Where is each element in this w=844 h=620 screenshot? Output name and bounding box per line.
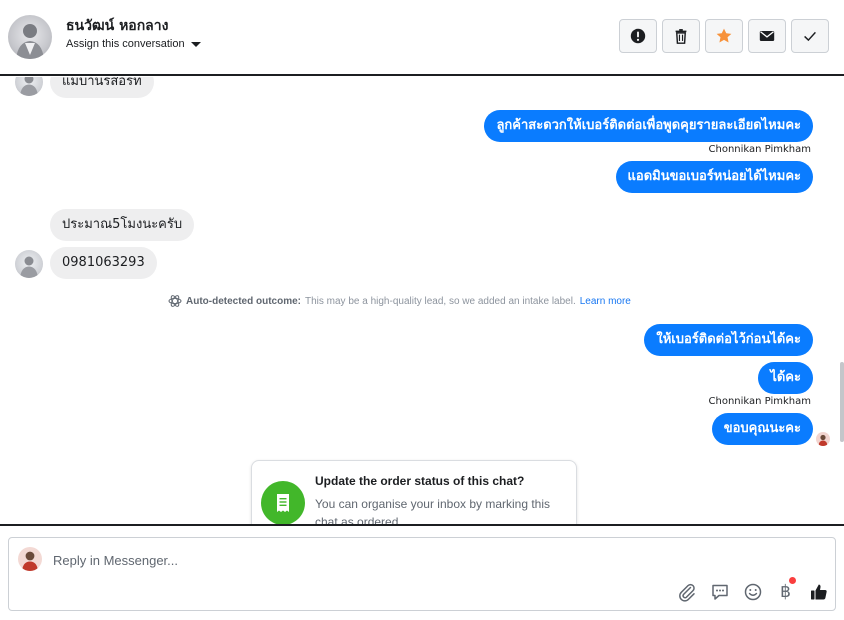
notification-dot: [789, 577, 796, 584]
paperclip-icon: [678, 583, 695, 602]
message-bubble-outgoing[interactable]: ขอบคุณนะคะ: [711, 413, 813, 445]
person-icon: [818, 434, 828, 446]
order-icon-badge: [261, 481, 305, 524]
attach-button[interactable]: [670, 580, 703, 604]
message-bubble-outgoing[interactable]: ได้คะ: [758, 362, 813, 394]
message-bubble-incoming[interactable]: 0981063293: [50, 247, 157, 279]
message-bubble-outgoing[interactable]: ลูกค้าสะดวกให้เบอร์ติดต่อเพื่อพูดคุยรายล…: [484, 110, 813, 142]
baht-icon: ฿: [780, 582, 791, 602]
atom-icon: [168, 295, 182, 307]
contact-avatar[interactable]: [8, 15, 52, 59]
chat-bubble-icon: [711, 584, 728, 600]
message-bubble-incoming[interactable]: ประมาณ5โมงนะครับ: [50, 209, 195, 241]
conversation-toolbar: [619, 19, 829, 53]
sender-name: Chonnikan Pimkham: [708, 144, 811, 155]
message-composer: ฿: [8, 537, 836, 611]
payment-button[interactable]: ฿: [769, 577, 802, 604]
person-icon: [20, 256, 38, 278]
emoji-button[interactable]: [736, 580, 769, 604]
assign-conversation-dropdown[interactable]: Assign this conversation: [66, 38, 201, 50]
messenger-inbox: ธนวัฒน์ หอกลาง Assign this conversation: [0, 0, 844, 620]
assign-label: Assign this conversation: [66, 38, 185, 50]
message-bubble-incoming[interactable]: แม่บ้านรีสอร์ท: [50, 77, 154, 98]
outcome-text: This may be a high-quality lead, so we a…: [305, 295, 576, 307]
caret-down-icon: [190, 41, 201, 47]
contact-avatar-small: [15, 250, 43, 278]
learn-more-link[interactable]: Learn more: [580, 296, 631, 307]
reply-input[interactable]: [53, 550, 653, 570]
star-button[interactable]: [705, 19, 743, 53]
like-button[interactable]: [802, 580, 835, 604]
composer-area: ฿: [0, 524, 844, 620]
person-icon: [16, 24, 44, 59]
outcome-label: Auto-detected outcome:: [186, 295, 301, 307]
card-title: Update the order status of this chat?: [315, 474, 525, 488]
receipt-icon: [277, 494, 289, 512]
read-receipt-avatar: [816, 432, 830, 446]
card-description: You can organise your inbox by marking t…: [315, 497, 551, 524]
smiley-icon: [744, 583, 761, 601]
contact-avatar-small: [15, 77, 43, 96]
thread-scrollbar[interactable]: [840, 362, 844, 442]
page-avatar: [18, 547, 42, 571]
auto-detected-outcome-notice: Auto-detected outcome: This may be a hig…: [168, 294, 631, 308]
exclamation-icon: [630, 28, 646, 44]
star-icon: [716, 28, 732, 43]
saved-replies-button[interactable]: [703, 580, 736, 604]
mark-unread-button[interactable]: [748, 19, 786, 53]
message-thread[interactable]: แม่บ้านรีสอร์ท ลูกค้าสะดวกให้เบอร์ติดต่อ…: [0, 77, 844, 524]
order-status-prompt-card[interactable]: Update the order status of this chat? Yo…: [251, 460, 577, 524]
conversation-header: ธนวัฒน์ หอกลาง Assign this conversation: [0, 0, 844, 76]
message-bubble-outgoing[interactable]: ให้เบอร์ติดต่อไว้ก่อนได้คะ: [644, 324, 813, 356]
person-icon: [22, 551, 38, 571]
delete-button[interactable]: [662, 19, 700, 53]
check-icon: [804, 31, 816, 42]
sender-name: Chonnikan Pimkham: [708, 396, 811, 407]
thumbs-up-icon: [810, 584, 827, 600]
envelope-icon: [759, 31, 775, 41]
mark-done-button[interactable]: [791, 19, 829, 53]
person-icon: [20, 77, 38, 96]
contact-name[interactable]: ธนวัฒน์ หอกลาง: [66, 15, 168, 37]
trash-icon: [675, 29, 687, 44]
mark-spam-button[interactable]: [619, 19, 657, 53]
message-bubble-outgoing[interactable]: แอดมินขอเบอร์หน่อยได้ไหมคะ: [615, 161, 813, 193]
composer-tools: ฿: [670, 577, 835, 604]
